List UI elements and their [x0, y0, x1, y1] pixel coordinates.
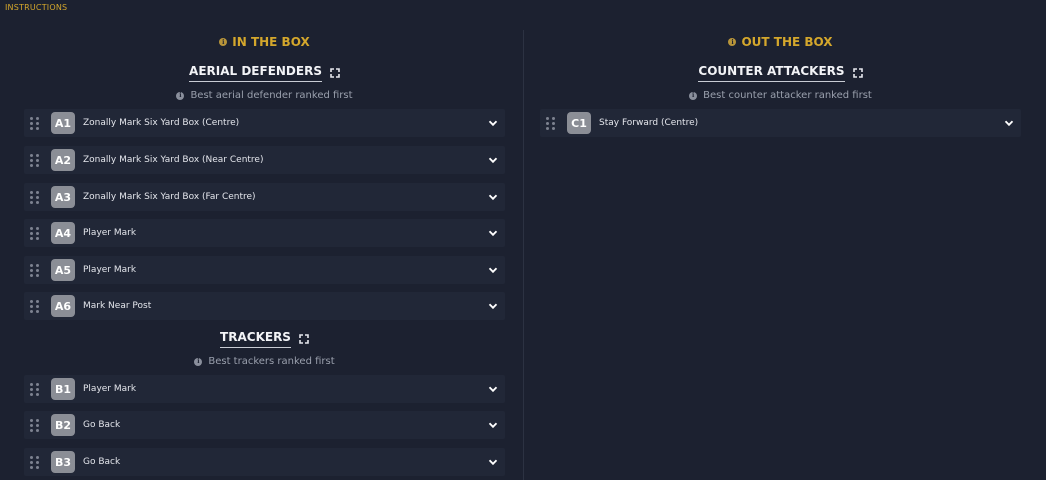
instruction-label: Stay Forward (Centre): [599, 118, 699, 128]
trackers-header: TRACKERS: [24, 330, 505, 348]
position-badge: A2: [51, 149, 75, 171]
drag-handle-icon[interactable]: [30, 382, 40, 396]
column-divider: [523, 30, 524, 480]
info-icon: i: [194, 357, 203, 366]
expand-icon[interactable]: [330, 68, 340, 78]
aerial-defenders-header: AERIAL DEFENDERS: [24, 64, 505, 82]
expand-icon[interactable]: [299, 334, 309, 344]
instruction-label: Player Mark: [83, 384, 137, 394]
drag-handle-icon[interactable]: [546, 116, 556, 130]
chevron-down-icon[interactable]: [488, 228, 498, 238]
position-badge: A4: [51, 222, 75, 244]
instruction-label: Player Mark: [83, 265, 137, 275]
chevron-down-icon[interactable]: [488, 420, 498, 430]
info-icon: i: [689, 91, 698, 100]
subtitle-text: Best trackers ranked first: [208, 356, 335, 367]
drag-handle-icon[interactable]: [30, 153, 40, 167]
zone-title-text: OUT THE BOX: [741, 35, 833, 49]
position-badge: A3: [51, 186, 75, 208]
chevron-down-icon[interactable]: [488, 265, 498, 275]
list-item[interactable]: A1 Zonally Mark Six Yard Box (Centre): [24, 109, 505, 137]
expand-icon[interactable]: [852, 68, 863, 78]
instruction-label: Player Mark: [83, 228, 137, 238]
drag-handle-icon[interactable]: [30, 455, 40, 469]
list-item[interactable]: C1 Stay Forward (Centre): [540, 109, 1021, 137]
chevron-down-icon[interactable]: [1004, 118, 1014, 128]
drag-handle-icon[interactable]: [30, 116, 40, 130]
position-badge: C1: [567, 112, 591, 134]
list-item[interactable]: A2 Zonally Mark Six Yard Box (Near Centr…: [24, 146, 505, 174]
zone-title-text: IN THE BOX: [232, 35, 310, 49]
drag-handle-icon[interactable]: [30, 226, 40, 240]
subtitle-text: Best counter attacker ranked first: [703, 90, 872, 101]
instruction-label: Mark Near Post: [83, 301, 152, 311]
counter-attackers-header: COUNTER ATTACKERS: [540, 64, 1021, 82]
info-icon: i: [176, 91, 185, 100]
instructions-label: INSTRUCTIONS: [5, 3, 68, 12]
list-item[interactable]: A3 Zonally Mark Six Yard Box (Far Centre…: [24, 183, 505, 211]
list-item[interactable]: B2 Go Back: [24, 411, 505, 439]
position-badge: A1: [51, 112, 75, 134]
subtitle-text: Best aerial defender ranked first: [190, 90, 353, 101]
counter-attackers-subtitle: i Best counter attacker ranked first: [540, 90, 1021, 101]
info-icon[interactable]: i: [728, 38, 737, 46]
drag-handle-icon[interactable]: [30, 190, 40, 204]
list-item[interactable]: A5 Player Mark: [24, 256, 505, 284]
position-badge: B3: [51, 451, 75, 473]
in-the-box-title: i IN THE BOX: [24, 35, 505, 49]
list-item[interactable]: B3 Go Back: [24, 448, 505, 476]
list-item[interactable]: A6 Mark Near Post: [24, 292, 505, 320]
list-item[interactable]: A4 Player Mark: [24, 219, 505, 247]
aerial-defenders-subtitle: i Best aerial defender ranked first: [24, 90, 505, 101]
group-title: COUNTER ATTACKERS: [698, 64, 845, 82]
chevron-down-icon[interactable]: [488, 118, 498, 128]
drag-handle-icon[interactable]: [30, 299, 40, 313]
info-icon[interactable]: i: [219, 38, 228, 46]
instruction-label: Go Back: [83, 457, 121, 467]
chevron-down-icon[interactable]: [488, 192, 498, 202]
group-title: AERIAL DEFENDERS: [189, 64, 322, 82]
position-badge: A5: [51, 259, 75, 281]
chevron-down-icon[interactable]: [488, 301, 498, 311]
chevron-down-icon[interactable]: [488, 384, 498, 394]
instruction-label: Zonally Mark Six Yard Box (Far Centre): [83, 192, 256, 202]
position-badge: A6: [51, 295, 75, 317]
instruction-label: Zonally Mark Six Yard Box (Near Centre): [83, 155, 264, 165]
out-the-box-title: i OUT THE BOX: [540, 35, 1021, 49]
position-badge: B2: [51, 414, 75, 436]
chevron-down-icon[interactable]: [488, 155, 498, 165]
trackers-subtitle: i Best trackers ranked first: [24, 356, 505, 367]
instruction-label: Go Back: [83, 420, 121, 430]
group-title: TRACKERS: [220, 330, 291, 348]
chevron-down-icon[interactable]: [488, 457, 498, 467]
drag-handle-icon[interactable]: [30, 263, 40, 277]
position-badge: B1: [51, 378, 75, 400]
instruction-label: Zonally Mark Six Yard Box (Centre): [83, 118, 240, 128]
drag-handle-icon[interactable]: [30, 418, 40, 432]
list-item[interactable]: B1 Player Mark: [24, 375, 505, 403]
